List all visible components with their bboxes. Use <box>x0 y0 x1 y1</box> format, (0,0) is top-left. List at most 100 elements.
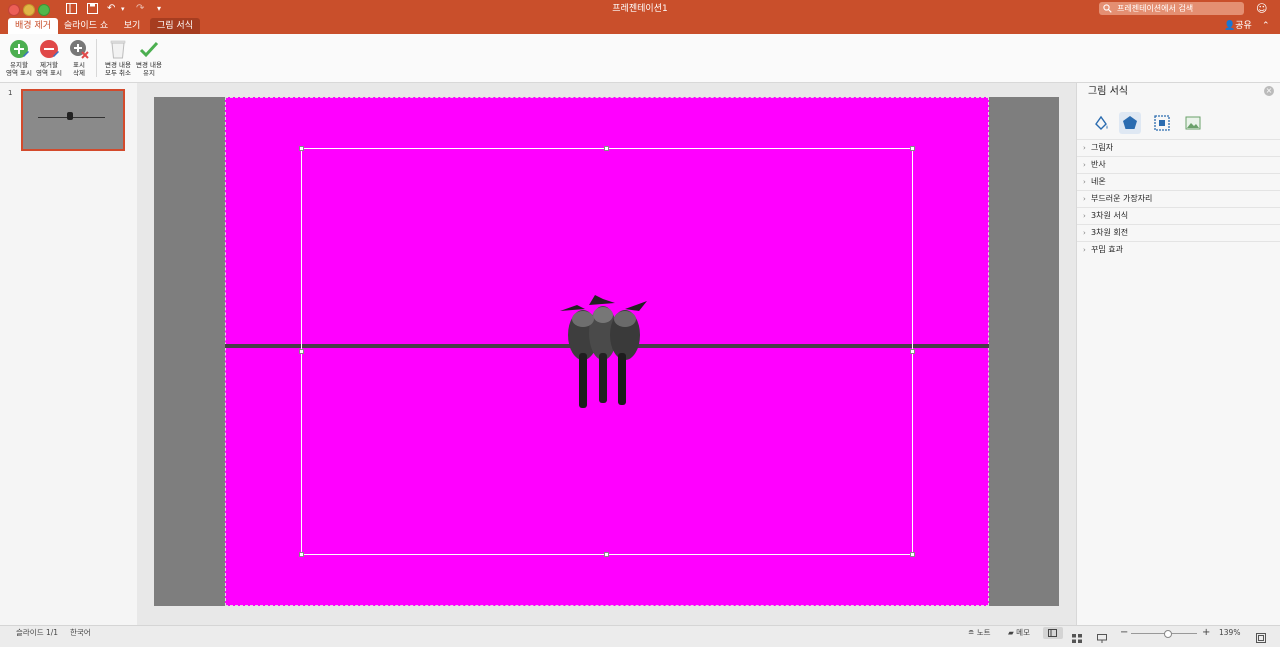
notes-label: 노트 <box>976 628 991 637</box>
section-soft-edges[interactable]: › 부드러운 가장자리 <box>1077 190 1280 207</box>
size-properties-icon <box>1154 115 1170 131</box>
sidebar-toggle-icon[interactable] <box>66 3 78 15</box>
chevron-right-icon: › <box>1083 229 1086 237</box>
zoom-level: 139% <box>1219 628 1241 637</box>
section-reflection[interactable]: › 반사 <box>1077 156 1280 173</box>
comments-label: 메모 <box>1016 628 1030 637</box>
delete-mark-button[interactable]: 표시 삭제 <box>64 37 94 81</box>
feedback-smiley-icon[interactable]: ☺ <box>1256 3 1270 15</box>
ribbon-divider <box>96 39 97 77</box>
share-button[interactable]: 👤공유 <box>1224 18 1256 34</box>
tab-view[interactable]: 보기 <box>117 18 147 34</box>
effects-section-list: › 그림자 › 반사 › 네온 › 부드러운 가장자리 › 3차원 서식 › 3차원 회전 … <box>1077 139 1280 258</box>
redo-icon[interactable]: ↷ <box>136 3 148 15</box>
chevron-right-icon: › <box>1083 144 1086 152</box>
picture-icon <box>1185 116 1201 130</box>
slide-number: 1 <box>8 89 13 97</box>
ribbon <box>0 34 1280 83</box>
section-label: 네온 <box>1091 177 1106 186</box>
resize-handle-right[interactable] <box>910 349 915 354</box>
customize-toolbar-icon[interactable]: ▾ <box>157 3 167 15</box>
section-label: 그림자 <box>1091 143 1114 152</box>
search-placeholder: 프레젠테이션에서 검색 <box>1117 4 1194 13</box>
document-title: 프레젠테이션1 <box>612 4 668 14</box>
undo-icon[interactable]: ↶ <box>107 3 119 15</box>
resize-handle-bottom[interactable] <box>604 552 609 557</box>
minimize-window-button[interactable] <box>23 4 35 16</box>
slide-thumbnail-pane <box>0 83 138 625</box>
normal-view-button[interactable] <box>1043 627 1063 639</box>
tab-slide-show[interactable]: 슬라이드 쇼 <box>62 18 110 34</box>
delete-mark-icon <box>70 40 89 59</box>
share-label: 공유 <box>1235 21 1252 31</box>
picture-tab[interactable] <box>1182 112 1204 134</box>
effects-tab[interactable] <box>1119 112 1141 134</box>
resize-handle-top[interactable] <box>604 146 609 151</box>
section-label: 3차원 서식 <box>1091 211 1129 220</box>
slide-counter: 슬라이드 1/1 <box>16 628 59 637</box>
section-label: 3차원 회전 <box>1091 228 1129 237</box>
chevron-right-icon: › <box>1083 246 1086 254</box>
paint-bucket-icon <box>1095 115 1108 130</box>
collapse-ribbon-icon[interactable]: ⌃ <box>1262 18 1274 34</box>
chevron-right-icon: › <box>1083 161 1086 169</box>
status-bar <box>0 625 1280 642</box>
minus-circle-icon <box>40 40 59 58</box>
add-person-icon: 👤 <box>1224 21 1236 31</box>
slide-thumbnail[interactable] <box>21 89 125 151</box>
chevron-right-icon: › <box>1083 178 1086 186</box>
thumbnail-birds <box>67 112 73 120</box>
tab-picture-format[interactable]: 그림 서식 <box>150 18 200 34</box>
checkmark-icon <box>139 41 159 58</box>
zoom-in-button[interactable]: + <box>1202 625 1210 641</box>
pentagon-effects-icon <box>1123 116 1137 129</box>
zoom-out-button[interactable]: − <box>1120 625 1128 641</box>
keep-area-marquee[interactable] <box>301 148 913 555</box>
resize-handle-top-right[interactable] <box>910 146 915 151</box>
section-label: 부드러운 가장자리 <box>1091 194 1153 203</box>
section-artistic-effects[interactable]: › 꾸밈 효과 <box>1077 241 1280 258</box>
chevron-right-icon: › <box>1083 212 1086 220</box>
notes-button[interactable]: ≘ 노트 <box>968 625 991 641</box>
plus-circle-icon <box>10 40 29 58</box>
presentation-icon <box>1097 634 1107 643</box>
presenter-view-button[interactable] <box>1097 628 1108 643</box>
keep-changes-label: 변경 내용 유지 <box>136 61 162 77</box>
zoom-slider-thumb[interactable] <box>1164 630 1172 638</box>
resize-handle-bottom-right[interactable] <box>910 552 915 557</box>
size-properties-tab[interactable] <box>1151 112 1173 134</box>
trash-icon <box>110 40 126 59</box>
maximize-window-button[interactable] <box>38 4 50 16</box>
language-indicator[interactable]: 한국어 <box>70 625 91 641</box>
section-glow[interactable]: › 네온 <box>1077 173 1280 190</box>
section-3d-rotation[interactable]: › 3차원 회전 <box>1077 224 1280 241</box>
resize-handle-top-left[interactable] <box>299 146 304 151</box>
save-icon[interactable] <box>87 3 99 15</box>
normal-view-icon <box>1048 629 1057 637</box>
notes-icon: ≘ <box>968 628 975 637</box>
close-window-button[interactable] <box>8 4 20 16</box>
discard-all-changes-button[interactable]: 변경 내용 모두 취소 <box>103 37 133 81</box>
grid-view-icon <box>1072 634 1082 643</box>
resize-handle-left[interactable] <box>299 349 304 354</box>
chevron-right-icon: › <box>1083 195 1086 203</box>
comments-button[interactable]: ▰ 메모 <box>1008 625 1030 641</box>
fit-window-icon <box>1256 633 1266 643</box>
pane-close-icon[interactable]: × <box>1264 86 1274 96</box>
delete-mark-label: 표시 삭제 <box>73 61 85 77</box>
search-input[interactable]: 프레젠테이션에서 검색 <box>1099 2 1244 15</box>
resize-handle-bottom-left[interactable] <box>299 552 304 557</box>
section-3d-format[interactable]: › 3차원 서식 <box>1077 207 1280 224</box>
undo-dropdown-icon[interactable]: ▾ <box>121 3 129 15</box>
section-shadow[interactable]: › 그림자 <box>1077 139 1280 156</box>
fit-to-window-button[interactable] <box>1256 628 1266 643</box>
comment-icon: ▰ <box>1008 628 1014 637</box>
search-icon <box>1103 4 1112 13</box>
tab-background-removal[interactable]: 배경 제거 <box>8 18 58 34</box>
section-label: 꾸밈 효과 <box>1091 245 1123 254</box>
slide-sorter-button[interactable] <box>1072 628 1083 643</box>
fill-line-tab[interactable] <box>1090 112 1112 134</box>
keep-changes-button[interactable]: 변경 내용 유지 <box>134 37 164 81</box>
section-label: 반사 <box>1091 160 1106 169</box>
pane-title: 그림 서식 <box>1088 86 1128 97</box>
